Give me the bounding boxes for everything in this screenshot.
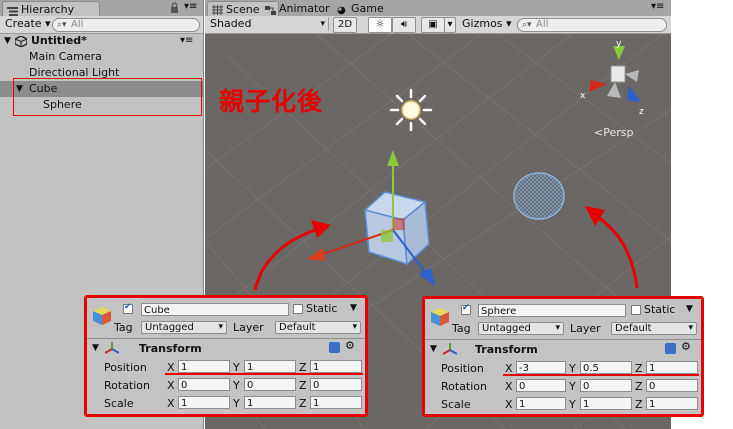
rotation-z-field[interactable]: 0 <box>310 378 362 391</box>
scene-menu-icon[interactable]: ▾≡ <box>180 33 193 49</box>
active-checkbox[interactable] <box>123 302 133 314</box>
position-underline <box>165 373 363 375</box>
layer-dropdown[interactable]: Default <box>275 321 361 334</box>
lock-icon[interactable] <box>170 2 179 16</box>
layer-dropdown[interactable]: Default <box>611 322 697 335</box>
inspector-sphere: Sphere Static ▼ Tag Untagged Layer Defau… <box>422 296 704 417</box>
layer-label: Layer <box>570 322 601 335</box>
scene-root-row[interactable]: ▼ Untitled* ▾≡ <box>0 33 203 49</box>
help-book-icon[interactable] <box>329 342 340 353</box>
rotation-z-field[interactable]: 0 <box>646 379 698 392</box>
hierarchy-toolbar: Create ▾ ⌕▾ All <box>0 16 203 34</box>
hierarchy-tabbar: Hierarchy ▾≡ <box>0 0 203 17</box>
divider <box>87 338 365 339</box>
transform-axes-icon <box>442 343 458 358</box>
panel-menu-icon[interactable]: ▾≡ <box>184 1 197 12</box>
row-label-position: Position <box>104 361 147 374</box>
tag-label: Tag <box>452 322 471 335</box>
cube-object-icon <box>92 306 112 329</box>
scale-x-field[interactable]: 1 <box>178 396 230 409</box>
hierarchy-item-main-camera[interactable]: Main Camera <box>0 49 203 65</box>
component-title: Transform <box>139 342 202 355</box>
expand-arrow-icon[interactable]: ▼ <box>4 33 11 49</box>
axis-z-label: Z <box>635 380 643 393</box>
axis-y-label: Y <box>569 398 576 411</box>
layer-label: Layer <box>233 321 264 334</box>
position-underline <box>503 374 699 376</box>
axis-z-label: Z <box>635 398 643 411</box>
active-checkbox[interactable] <box>461 303 471 315</box>
expand-arrow-icon[interactable]: ▼ <box>430 344 437 354</box>
rotation-x-field[interactable]: 0 <box>516 379 566 392</box>
hierarchy-search-input[interactable]: ⌕▾ All <box>52 18 200 32</box>
axis-x-label: X <box>167 379 175 392</box>
tag-dropdown[interactable]: Untagged <box>478 322 564 335</box>
position-z-field[interactable]: 1 <box>646 361 698 374</box>
parent-child-highlight-box <box>13 78 202 116</box>
chevron-down-icon[interactable]: ▼ <box>686 304 693 314</box>
expand-arrow-icon[interactable]: ▼ <box>92 343 99 353</box>
tag-label: Tag <box>114 321 133 334</box>
row-label-scale: Scale <box>441 398 471 411</box>
hierarchy-item-label: Main Camera <box>29 50 102 63</box>
row-label-scale: Scale <box>104 397 134 410</box>
position-x-field[interactable]: 1 <box>178 360 230 373</box>
axis-x-label: X <box>167 397 175 410</box>
scale-z-field[interactable]: 1 <box>310 396 362 409</box>
tab-hierarchy[interactable]: Hierarchy <box>2 1 100 17</box>
scale-x-field[interactable]: 1 <box>516 397 566 410</box>
create-button[interactable]: Create ▾ <box>0 17 58 31</box>
row-label-rotation: Rotation <box>104 379 151 392</box>
transform-rows: Position X -3 Y 0.5 Z 1 Rotation X 0 Y 0… <box>425 360 701 414</box>
static-label: Static <box>644 303 676 316</box>
row-label-rotation: Rotation <box>441 380 488 393</box>
divider <box>425 339 701 340</box>
tag-dropdown[interactable]: Untagged <box>141 321 227 334</box>
axis-x-label: X <box>505 380 513 393</box>
search-icon: ⌕▾ <box>57 20 67 30</box>
help-book-icon[interactable] <box>665 343 676 354</box>
object-name-field[interactable]: Cube <box>141 303 289 316</box>
tab-hierarchy-label: Hierarchy <box>21 3 75 16</box>
transform-axes-icon <box>104 342 120 357</box>
rotation-y-field[interactable]: 0 <box>244 378 296 391</box>
inspector-cube: Cube Static ▼ Tag Untagged Layer Default… <box>84 295 368 417</box>
position-z-field[interactable]: 1 <box>310 360 362 373</box>
static-checkbox[interactable] <box>293 304 303 314</box>
hierarchy-search-placeholder: All <box>71 19 84 30</box>
axis-y-label: Y <box>233 379 240 392</box>
position-y-field[interactable]: 0.5 <box>580 361 632 374</box>
gear-icon[interactable]: ⚙ <box>681 340 691 353</box>
scene-name: Untitled* <box>31 34 87 47</box>
static-checkbox[interactable] <box>631 305 641 315</box>
row-label-position: Position <box>441 362 484 375</box>
axis-y-label: Y <box>233 397 240 410</box>
scale-y-field[interactable]: 1 <box>244 396 296 409</box>
axis-z-label: Z <box>299 397 307 410</box>
object-name-field[interactable]: Sphere <box>478 304 626 317</box>
component-title: Transform <box>475 343 538 356</box>
rotation-y-field[interactable]: 0 <box>580 379 632 392</box>
cube-object-icon <box>430 307 450 330</box>
rotation-x-field[interactable]: 0 <box>178 378 230 391</box>
position-x-field[interactable]: -3 <box>516 361 566 374</box>
axis-y-label: Y <box>569 380 576 393</box>
position-y-field[interactable]: 1 <box>244 360 296 373</box>
scale-y-field[interactable]: 1 <box>580 397 632 410</box>
transform-rows: Position X 1 Y 1 Z 1 Rotation X 0 Y 0 Z … <box>87 359 365 413</box>
scale-z-field[interactable]: 1 <box>646 397 698 410</box>
static-label: Static <box>306 302 338 315</box>
chevron-down-icon[interactable]: ▼ <box>350 303 357 313</box>
gear-icon[interactable]: ⚙ <box>345 339 355 352</box>
axis-x-label: X <box>505 398 513 411</box>
create-button-label: Create <box>5 17 42 30</box>
axis-z-label: Z <box>299 379 307 392</box>
